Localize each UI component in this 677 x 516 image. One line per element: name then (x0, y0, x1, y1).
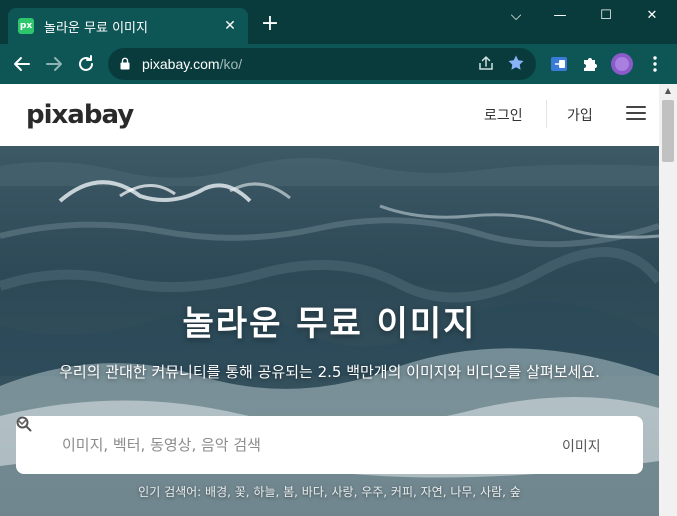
pixabay-favicon-icon: px (18, 18, 34, 34)
browser-toolbar: pixabay.com/ko/ (0, 44, 677, 84)
scroll-thumb[interactable] (662, 100, 674, 162)
puzzle-icon[interactable] (580, 54, 600, 74)
tab-strip: px 놀라운 무료 이미지 ✕ + ⌵ — ☐ ✕ (0, 0, 677, 44)
nav-divider (546, 100, 547, 128)
site-header: pixabay 로그인 가입 (0, 84, 659, 146)
search-bar: 이미지 (16, 416, 643, 474)
reload-icon (79, 55, 93, 71)
address-bar[interactable]: pixabay.com/ko/ (108, 48, 536, 80)
reload-button[interactable] (74, 52, 98, 76)
tab-search-dropdown-icon[interactable]: ⌵ (504, 6, 528, 26)
back-icon (14, 57, 30, 71)
forward-button[interactable] (42, 52, 66, 76)
lock-icon[interactable] (120, 57, 130, 70)
minimize-button[interactable]: — (548, 6, 572, 26)
tab-close-icon[interactable]: ✕ (222, 18, 238, 34)
hero-subtitle: 우리의 관대한 커뮤니티를 통해 공유되는 2.5 백만개의 이미지와 비디오를… (59, 363, 600, 381)
pixabay-logo[interactable]: pixabay (26, 100, 134, 130)
signup-link[interactable]: 가입 (567, 105, 593, 125)
login-link[interactable]: 로그인 (484, 105, 523, 125)
web-page: pixabay 로그인 가입 놀라운 무료 이미지 우리의 관대한 커뮤니티를 … (0, 84, 659, 516)
search-type-select[interactable]: 이미지 (562, 436, 601, 456)
close-window-button[interactable]: ✕ (640, 6, 664, 26)
maximize-button[interactable]: ☐ (594, 6, 618, 26)
search-input[interactable] (62, 430, 502, 460)
bookmark-star-icon[interactable] (506, 54, 526, 74)
page-scrollbar[interactable]: ▲ (659, 84, 677, 516)
forward-icon (46, 57, 62, 71)
profile-avatar[interactable] (611, 53, 633, 75)
browser-tab[interactable]: px 놀라운 무료 이미지 ✕ (8, 8, 248, 44)
more-icon[interactable] (645, 54, 665, 74)
hero-section: 놀라운 무료 이미지 우리의 관대한 커뮤니티를 통해 공유되는 2.5 백만개… (0, 146, 659, 516)
new-tab-button[interactable]: + (258, 12, 282, 36)
chevron-down-icon[interactable] (16, 416, 28, 428)
scroll-up-icon[interactable]: ▲ (659, 84, 677, 98)
extension-icon[interactable] (549, 54, 569, 74)
hero-title: 놀라운 무료 이미지 (182, 304, 477, 344)
tab-title: 놀라운 무료 이미지 (44, 20, 148, 36)
popular-searches[interactable]: 인기 검색어: 배경, 꽃, 하늘, 봄, 바다, 사랑, 우주, 커피, 자연… (0, 483, 659, 500)
share-icon[interactable] (476, 54, 496, 74)
back-button[interactable] (10, 52, 34, 76)
url-text[interactable]: pixabay.com/ko/ (142, 56, 242, 72)
hamburger-menu-icon[interactable] (626, 106, 646, 120)
